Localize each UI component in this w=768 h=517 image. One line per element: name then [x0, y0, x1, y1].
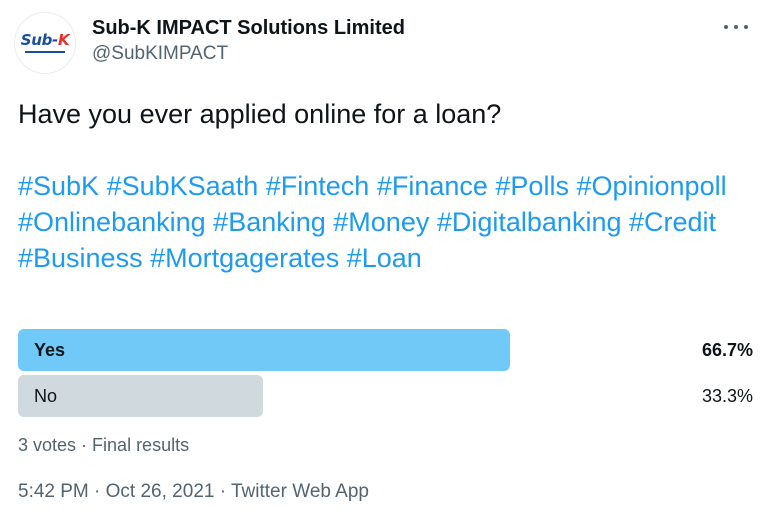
hashtag-link[interactable]: #Digitalbanking	[437, 207, 622, 237]
hashtag-link[interactable]: #Finance	[377, 171, 488, 201]
hashtag-link[interactable]: #Polls	[495, 171, 569, 201]
poll-status: Final results	[92, 435, 190, 455]
hashtag-link[interactable]: #Fintech	[266, 171, 370, 201]
hashtag-link[interactable]: #Loan	[347, 243, 422, 273]
author-handle[interactable]: @SubKIMPACT	[92, 43, 228, 65]
poll-option-label: No	[34, 386, 58, 406]
avatar[interactable]: Sub-K	[14, 12, 76, 74]
poll-option-percent: 66.7%	[701, 340, 753, 360]
poll-summary: 3 votes · Final results	[18, 435, 190, 455]
tweet-meta: 5:42 PM · Oct 26, 2021 · Twitter Web App	[18, 481, 369, 502]
hashtag-list: #SubK #SubKSaath #Fintech #Finance #Poll…	[18, 168, 758, 276]
poll-option-yes: Yes 66.7%	[18, 329, 753, 371]
poll-option-label: Yes	[34, 340, 66, 360]
author-display-name[interactable]: Sub-K IMPACT Solutions Limited	[92, 16, 405, 40]
poll-bar-yes	[18, 329, 510, 371]
poll-option-percent: 33.3%	[701, 386, 753, 406]
more-horizontal-icon[interactable]	[724, 18, 748, 36]
poll-vote-count: 3 votes	[18, 435, 77, 455]
hashtag-link[interactable]: #Mortgagerates	[150, 243, 339, 273]
logo-underline	[25, 50, 65, 54]
hashtag-link[interactable]: #SubKSaath	[107, 171, 259, 201]
tweet-source: Twitter Web App	[231, 481, 369, 502]
tweet-text: Have you ever applied online for a loan?	[18, 99, 502, 129]
sub-k-logo: Sub-K	[20, 30, 70, 49]
hashtag-link[interactable]: #Banking	[213, 207, 326, 237]
hashtag-link[interactable]: #SubK	[18, 171, 99, 201]
hashtag-link[interactable]: #Opinionpoll	[576, 171, 726, 201]
hashtag-link[interactable]: #Business	[18, 243, 143, 273]
hashtag-link[interactable]: #Credit	[629, 207, 716, 237]
tweet: Sub-K Sub-K IMPACT Solutions Limited @Su…	[0, 0, 768, 517]
tweet-time[interactable]: 5:42 PM	[18, 481, 89, 502]
hashtag-link[interactable]: #Money	[333, 207, 429, 237]
hashtag-link[interactable]: #Onlinebanking	[18, 207, 206, 237]
tweet-date[interactable]: Oct 26, 2021	[106, 481, 215, 502]
poll-option-no: No 33.3%	[18, 375, 753, 417]
